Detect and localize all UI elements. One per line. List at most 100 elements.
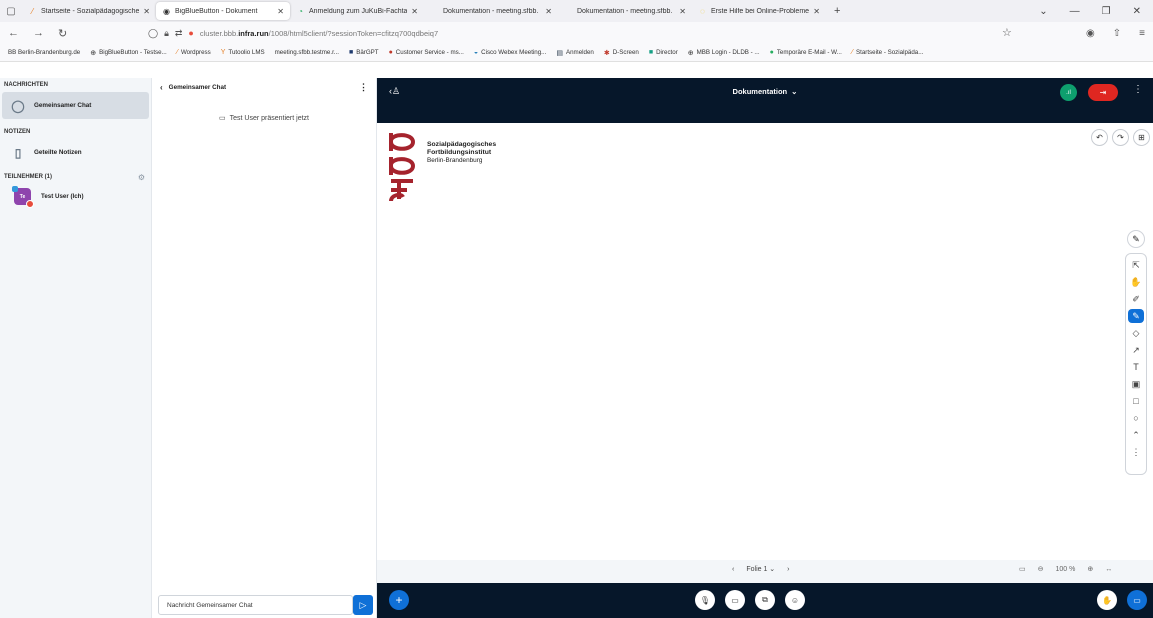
menu-icon[interactable]: ≡ [1139, 28, 1145, 39]
maximize-icon[interactable]: ❐ [1102, 6, 1111, 17]
presentation-button[interactable]: ▭ [1127, 590, 1147, 610]
text-tool-icon[interactable]: T [1128, 360, 1144, 374]
permissions-icon[interactable]: ⇄ [175, 28, 183, 39]
users-header: TEILNEHMER (1) ⚙ [0, 170, 151, 184]
lock-icon[interactable]: 🔒︎ [164, 28, 169, 39]
close-tab-icon[interactable]: ✕ [545, 7, 552, 16]
new-tab-icon[interactable]: + [826, 5, 848, 17]
browser-tab-active[interactable]: ◉ BigBlueButton - Dokument ✕ [156, 2, 290, 20]
select-tool-icon[interactable]: ⇱ [1128, 258, 1144, 272]
multiuser-button[interactable]: ⊞ [1133, 129, 1150, 146]
url-field[interactable]: ◯ 🔒︎ ⇄ ● cluster.bbb.infra.run/1008/html… [148, 28, 1086, 39]
minimize-icon[interactable]: — [1070, 6, 1080, 17]
bookmark-item[interactable]: ● Temporäre E-Mail - W... [770, 49, 842, 56]
connection-status-button[interactable]: .ıl [1060, 84, 1077, 101]
share-icon[interactable]: ⇧ [1113, 28, 1121, 39]
chat-options-icon[interactable]: ⋮ [359, 82, 368, 93]
zoom-in-icon[interactable]: ⊕ [1087, 565, 1093, 573]
tab-overflow-icon[interactable]: ⌄ [1039, 6, 1047, 17]
mic-muted-badge-icon [26, 200, 34, 208]
back-icon[interactable]: ← [8, 27, 19, 40]
toggle-toolbar-button[interactable]: ✎ [1127, 230, 1145, 248]
undo-button[interactable]: ↶ [1091, 129, 1108, 146]
ellipse-tool-icon[interactable]: ○ [1128, 411, 1144, 425]
browser-tab[interactable]: Dokumentation - meeting.sfbb. ✕ [424, 2, 558, 20]
gear-icon[interactable]: ⚙ [138, 173, 145, 182]
zoom-out-icon[interactable]: ⊖ [1038, 565, 1044, 573]
browser-tab[interactable]: ◔ Anmeldung zum JuKuBi-Fachta ✕ [290, 2, 424, 20]
bookmark-item[interactable]: ■ BärGPT [349, 49, 379, 56]
leave-meeting-button[interactable]: ⇥ [1088, 84, 1118, 101]
webex-icon: ◒ [473, 49, 479, 56]
options-menu-icon[interactable]: ⋮ [1133, 84, 1143, 95]
screenshare-button[interactable]: ⧉ [755, 590, 775, 610]
actions-button[interactable]: + [389, 590, 409, 610]
note-tool-icon[interactable]: ▣ [1128, 377, 1144, 391]
close-tab-icon[interactable]: ✕ [679, 7, 686, 16]
actions-bar: + 🎙︎ ▭ ⧉ ☺ ✋ ▭ [377, 583, 1153, 618]
bookmark-item[interactable]: ⁄ Startseite - Sozialpäda... [852, 49, 924, 56]
slide-selector[interactable]: Folie 1 ⌄ [746, 565, 775, 573]
browser-tab[interactable]: ⁄ Startseite - Sozialpädagogische ✕ [22, 2, 156, 20]
close-window-icon[interactable]: ✕ [1133, 6, 1141, 17]
bookmark-item[interactable]: BB Berlin-Brandenburg.de [8, 49, 80, 56]
presenting-notice: ▭ Test User präsentiert jetzt [219, 114, 309, 123]
close-tab-icon[interactable]: ✕ [411, 7, 418, 16]
audio-button[interactable]: 🎙︎ [695, 590, 715, 610]
zoom-level: 100 % [1055, 565, 1076, 573]
undo-redo-group: ↶ ↷ ⊞ [1091, 129, 1150, 146]
pencil-tool-icon[interactable]: ✐ [1128, 292, 1144, 306]
camera-button[interactable]: ▭ [725, 590, 745, 610]
bookmark-item[interactable]: Y Tutoolio LMS [221, 49, 265, 56]
bookmark-star-icon[interactable]: ☆ [1002, 26, 1012, 39]
bookmark-item[interactable]: ◒ Cisco Webex Meeting... [474, 49, 546, 56]
close-tab-icon[interactable]: ✕ [143, 7, 150, 16]
chat-message-input[interactable]: Nachricht Gemeinsamer Chat [158, 595, 353, 615]
shared-notes-item[interactable]: ▯ Geteilte Notizen [2, 139, 149, 166]
bookmark-item[interactable]: meeting.sfbb.testme.r... [275, 49, 339, 56]
fit-width-icon[interactable]: ↔ [1105, 566, 1112, 573]
eraser-tool-icon[interactable]: ◇ [1128, 326, 1144, 340]
address-bar: ← → ↻ ◯ 🔒︎ ⇄ ● cluster.bbb.infra.run/100… [0, 22, 1153, 44]
chevron-left-icon: ‹ [160, 83, 163, 92]
tab-list-icon[interactable]: ▢ [0, 0, 22, 22]
close-tab-icon[interactable]: ✕ [277, 7, 284, 16]
browser-tab[interactable]: ◌ Erste Hilfe bei Online-Probleme ✕ [692, 2, 826, 20]
bookmark-item[interactable]: ■ Director [649, 49, 678, 56]
browser-tabbar: ▢ ⁄ Startseite - Sozialpädagogische ✕ ◉ Big… [0, 0, 1153, 22]
more-tools-icon[interactable]: ⌃ [1128, 428, 1144, 442]
bookmark-item[interactable]: ⁄ Wordpress [177, 49, 211, 56]
slide-controls: ‹ Folie 1 ⌄ › ▭ ⊖ 100 % ⊕ ↔ [377, 560, 1153, 583]
bookmark-item[interactable]: ⊕ MBB Login - DLDB - ... [688, 49, 760, 57]
hand-tool-icon[interactable]: ✋ [1128, 275, 1144, 289]
redo-button[interactable]: ↷ [1112, 129, 1129, 146]
chat-back-button[interactable]: ‹ Gemeinsamer Chat [160, 83, 226, 92]
shield-icon[interactable]: ◯ [148, 28, 158, 39]
bookmark-item[interactable]: ● Customer Service - ms... [389, 49, 464, 56]
user-list-item[interactable]: Te Test User (Ich) [0, 184, 151, 209]
browser-tab[interactable]: Dokumentation - meeting.sfbb. ✕ [558, 2, 692, 20]
reload-icon[interactable]: ↻ [58, 27, 67, 40]
public-chat-item[interactable]: ◯ Gemeinsamer Chat [2, 92, 149, 119]
bookmark-item[interactable]: ▤ Anmelden [556, 49, 594, 57]
highlighter-tool-icon[interactable]: ✎ [1128, 309, 1144, 323]
toggle-userlist-icon[interactable]: ‹♙ [389, 86, 400, 97]
arrow-tool-icon[interactable]: ↗ [1128, 343, 1144, 357]
next-slide-icon[interactable]: › [787, 566, 789, 573]
raise-hand-button[interactable]: ✋ [1097, 590, 1117, 610]
extension-icon[interactable]: ◉ [1086, 28, 1095, 39]
rectangle-tool-icon[interactable]: □ [1128, 394, 1144, 408]
meeting-title[interactable]: Dokumentation ⌄ [733, 87, 798, 96]
previous-slide-icon[interactable]: ‹ [732, 566, 734, 573]
close-tab-icon[interactable]: ✕ [813, 7, 820, 16]
whiteboard-canvas[interactable]: Sozialpädagogisches Fortbildungsinstitut… [377, 123, 1153, 560]
bookmark-item[interactable]: ⊕ BigBlueButton - Testse... [90, 49, 167, 57]
minimize-presentation-icon[interactable]: ▭ [1019, 565, 1026, 573]
send-message-button[interactable]: ▷ [353, 595, 373, 615]
bookmark-item[interactable]: ✱ D-Screen [604, 49, 639, 57]
notes-icon: ▯ [14, 145, 22, 160]
forward-icon[interactable]: → [33, 27, 44, 40]
tool-options-icon[interactable]: ⋮ [1128, 445, 1144, 459]
reactions-button[interactable]: ☺ [785, 590, 805, 610]
microphone-icon[interactable]: ● [188, 28, 193, 38]
